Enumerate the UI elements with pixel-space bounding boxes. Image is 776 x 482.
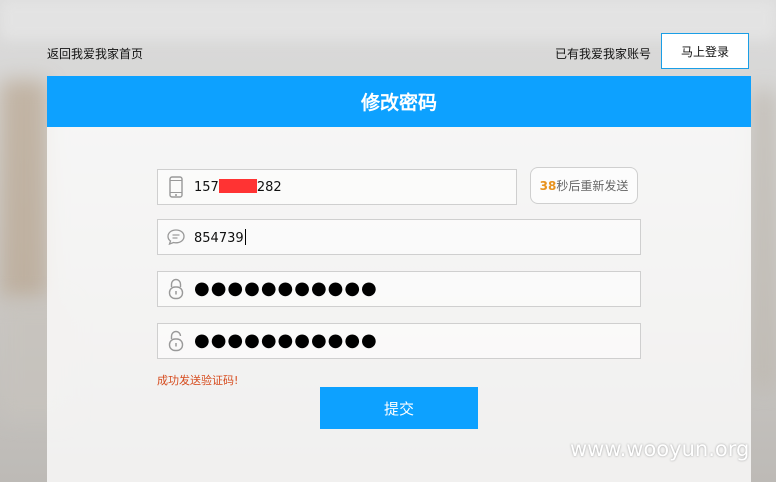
- login-button[interactable]: 马上登录: [661, 33, 749, 69]
- home-link[interactable]: 返回我爱我家首页: [47, 45, 143, 62]
- verification-code-text: 854739: [194, 230, 244, 246]
- new-password-mask: ●●●●●●●●●●●: [194, 278, 378, 299]
- lock-icon: [158, 272, 194, 306]
- confirm-password-field[interactable]: ●●●●●●●●●●●: [157, 323, 641, 359]
- unlock-icon: [158, 324, 194, 358]
- panel-title: 修改密码: [47, 76, 751, 127]
- text-caret: [244, 228, 246, 245]
- success-message: 成功发送验证码!: [157, 374, 239, 387]
- background-decor-left: [0, 80, 48, 300]
- phone-field[interactable]: 157 282: [157, 169, 517, 205]
- phone-suffix: 282: [256, 180, 282, 195]
- message-icon: [158, 220, 194, 254]
- phone-value: 157 282: [194, 179, 282, 195]
- watermark: www.wooyun.org: [570, 437, 750, 461]
- resend-label: 秒后重新发送: [556, 179, 629, 193]
- phone-prefix: 157: [194, 180, 219, 195]
- confirm-password-mask: ●●●●●●●●●●●: [194, 330, 378, 351]
- new-password-field[interactable]: ●●●●●●●●●●●: [157, 271, 641, 307]
- resend-countdown: 38: [539, 178, 557, 193]
- background-decor-right: [752, 90, 776, 390]
- resend-code-button[interactable]: 38 秒后重新发送: [530, 167, 638, 204]
- have-account-text: 已有我爱我家账号: [555, 47, 652, 61]
- redaction-mark: [218, 179, 257, 193]
- verification-code-value: 854739: [194, 228, 246, 246]
- verification-code-field[interactable]: 854739: [157, 219, 641, 255]
- background-top: [0, 0, 776, 40]
- phone-icon: [158, 170, 194, 204]
- submit-button[interactable]: 提交: [320, 387, 478, 429]
